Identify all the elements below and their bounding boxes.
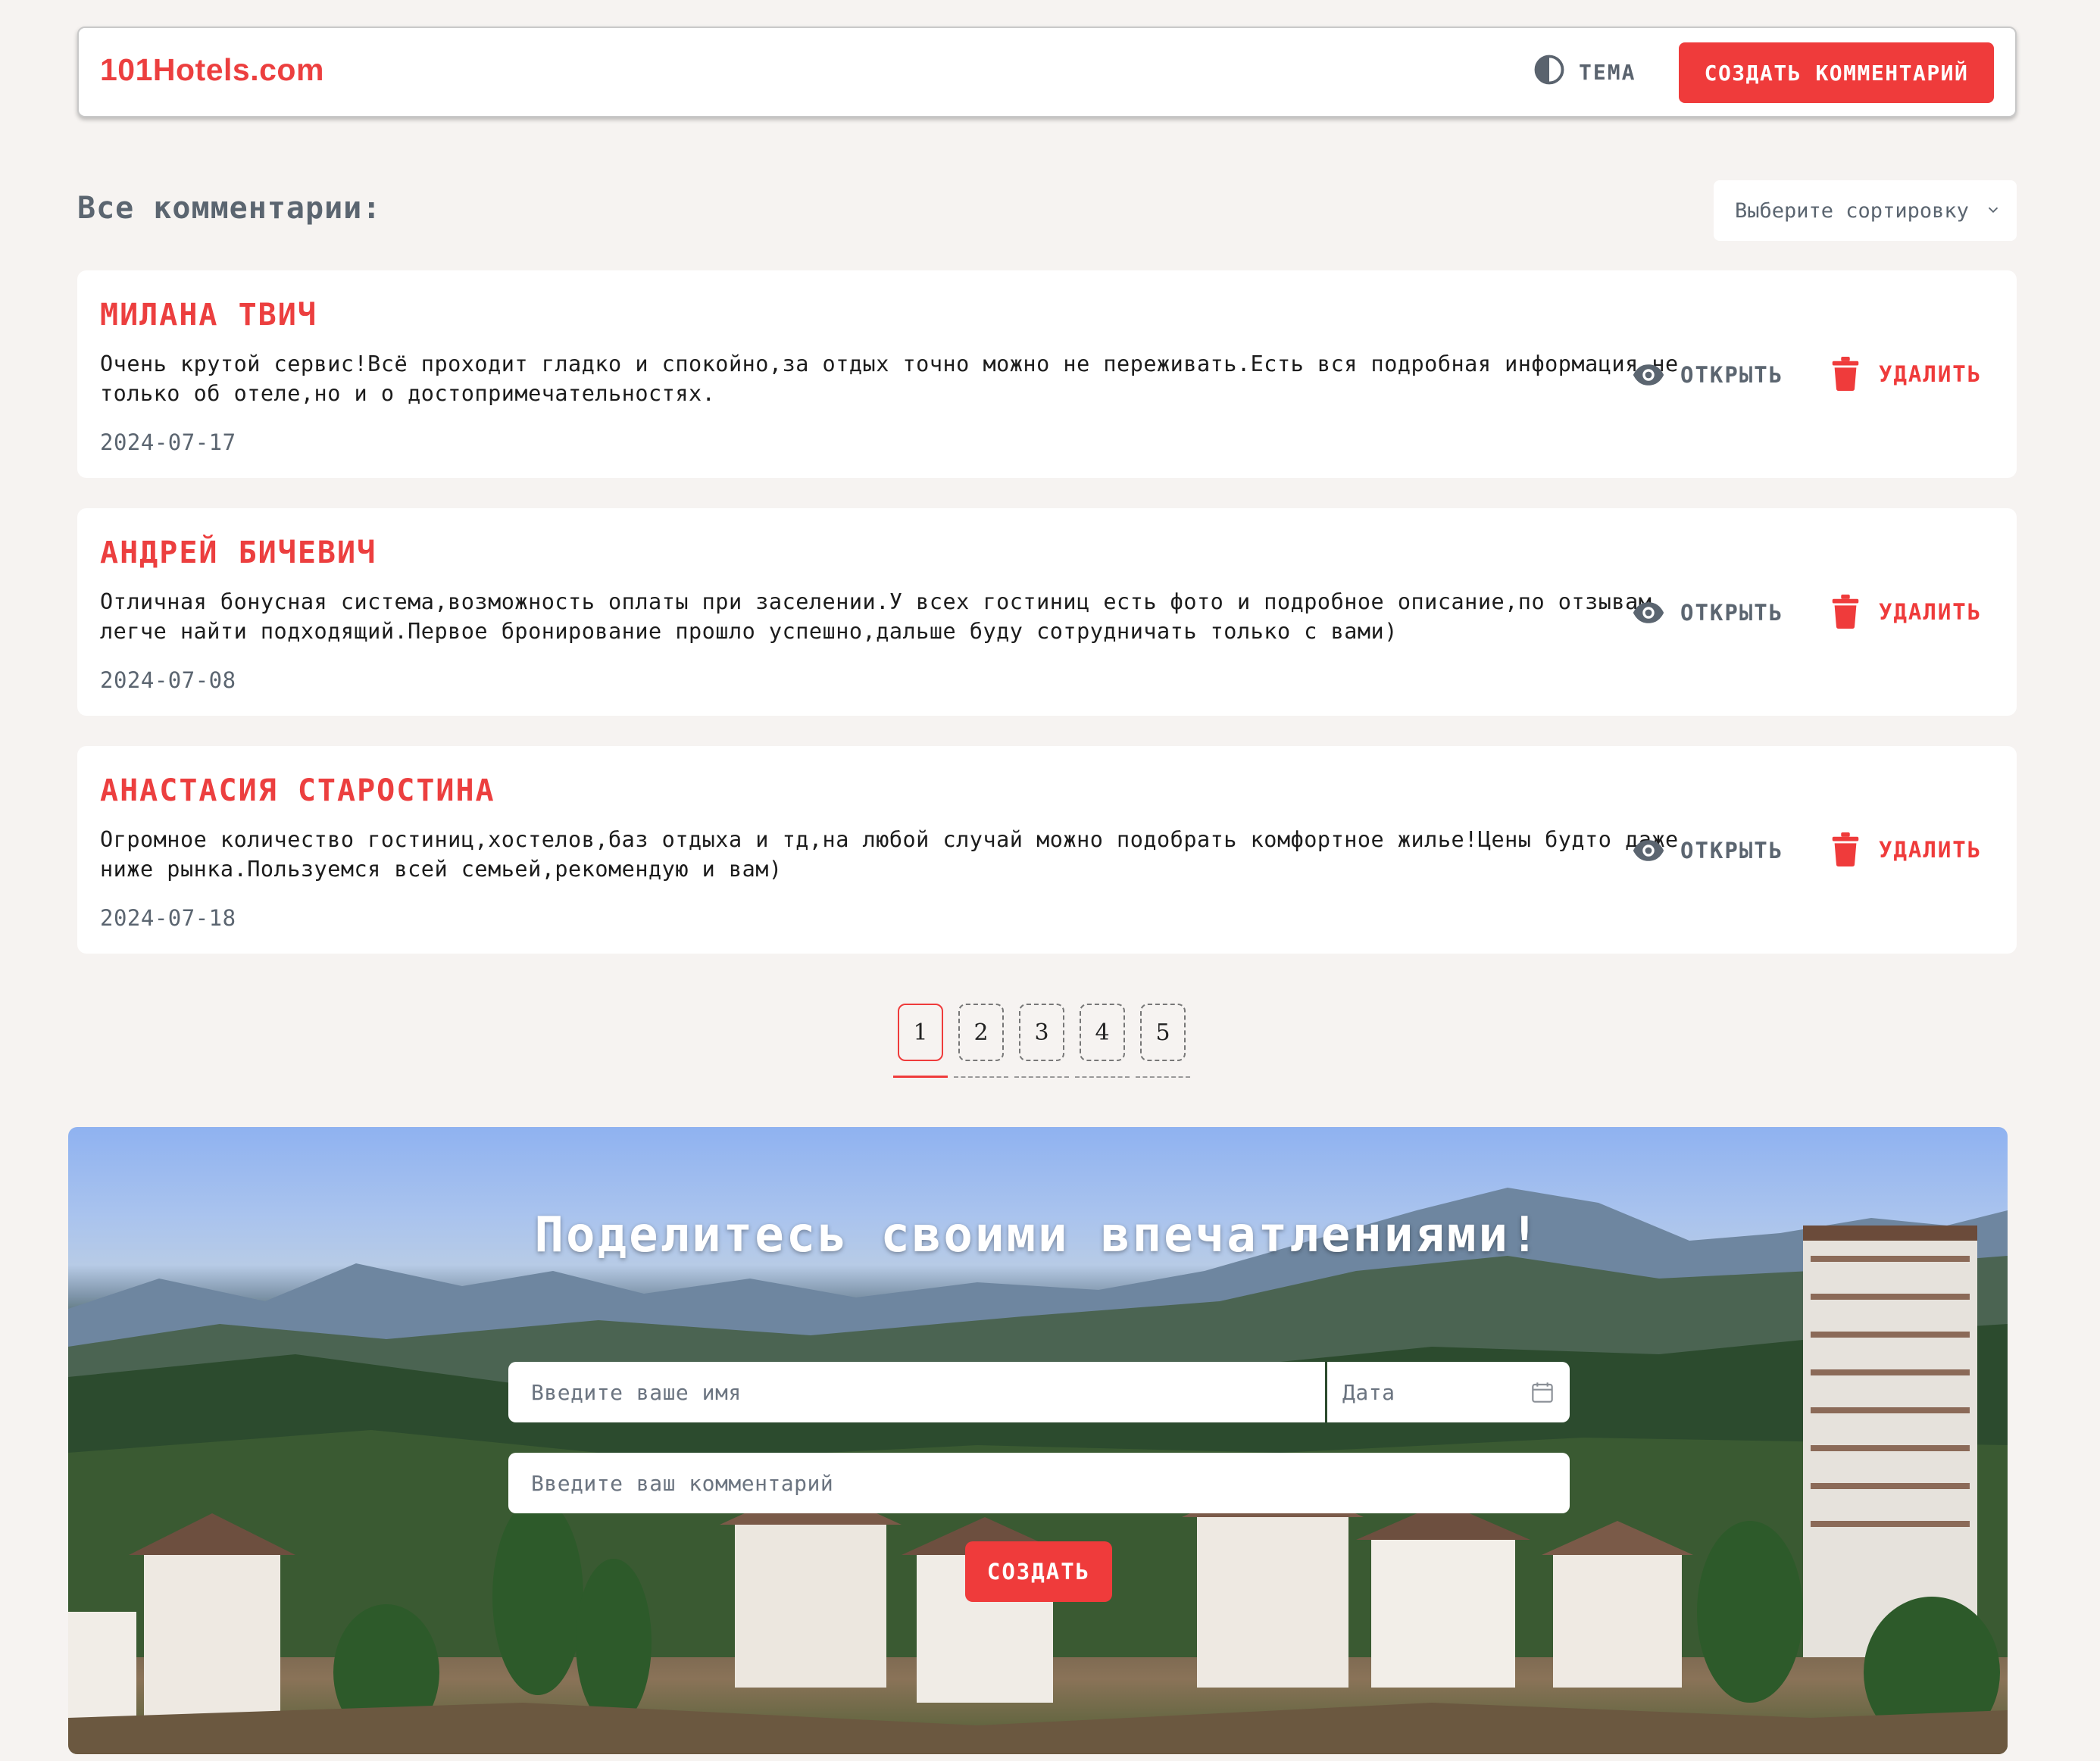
form-title: Поделитесь своими впечатлениями! <box>534 1207 1542 1263</box>
calendar-icon[interactable] <box>1530 1380 1555 1404</box>
comment-card: АНАСТАСИЯ СТАРОСТИНА Огромное количество… <box>77 746 2017 954</box>
comment-input-placeholder: Введите ваш комментарий <box>531 1470 834 1496</box>
sort-select-value: Выберите сортировку <box>1735 198 1969 223</box>
comment-date: 2024-07-17 <box>100 429 236 455</box>
comment-author: АНАСТАСИЯ СТАРОСТИНА <box>100 773 495 808</box>
theme-label: ТЕМА <box>1579 59 1636 85</box>
page-button-1[interactable]: 1 <box>893 1004 948 1078</box>
theme-toggle[interactable]: ТЕМА <box>1533 55 1636 89</box>
eye-icon <box>1633 602 1664 623</box>
site-logo[interactable]: 101Hotels.com <box>100 52 324 88</box>
delete-comment-button[interactable]: УДАЛИТЬ <box>1830 593 1982 631</box>
eye-icon <box>1633 364 1664 386</box>
delete-comment-button[interactable]: УДАЛИТЬ <box>1830 831 1982 869</box>
trash-icon <box>1832 595 1859 629</box>
comment-form-section: Поделитесь своими впечатлениями! Введите… <box>68 1127 2008 1754</box>
trash-icon <box>1832 832 1859 867</box>
delete-label: УДАЛИТЬ <box>1879 837 1983 863</box>
header-bar: 101Hotels.com ТЕМА СОЗДАТЬ КОММЕНТАРИЙ <box>77 27 2017 117</box>
page-button-2[interactable]: 2 <box>954 1004 1008 1078</box>
eye-icon <box>1633 840 1664 861</box>
pagination: 1 2 3 4 5 <box>893 1004 1190 1079</box>
name-input-placeholder: Введите ваше имя <box>531 1379 742 1405</box>
open-label: ОТКРЫТЬ <box>1680 362 1784 388</box>
delete-comment-button[interactable]: УДАЛИТЬ <box>1830 355 1982 393</box>
delete-label: УДАЛИТЬ <box>1879 599 1983 625</box>
comment-date: 2024-07-18 <box>100 905 236 931</box>
comment-author: АНДРЕЙ БИЧЕВИЧ <box>100 535 377 570</box>
page-button-4[interactable]: 4 <box>1075 1004 1130 1078</box>
open-comment-button[interactable]: ОТКРЫТЬ <box>1632 834 1783 867</box>
name-input[interactable]: Введите ваше имя <box>508 1362 1325 1422</box>
open-label: ОТКРЫТЬ <box>1680 838 1784 863</box>
open-comment-button[interactable]: ОТКРЫТЬ <box>1632 358 1783 392</box>
create-comment-button[interactable]: СОЗДАТЬ КОММЕНТАРИЙ <box>1679 42 1994 103</box>
delete-label: УДАЛИТЬ <box>1879 361 1983 387</box>
open-label: ОТКРЫТЬ <box>1680 600 1784 626</box>
comment-input[interactable]: Введите ваш комментарий <box>508 1453 1570 1513</box>
date-input[interactable]: Дата <box>1327 1362 1570 1422</box>
contrast-icon <box>1533 54 1565 91</box>
comment-text: Очень крутой сервис!Всё проходит гладко … <box>100 351 1679 406</box>
page-button-5[interactable]: 5 <box>1136 1004 1190 1078</box>
sort-select[interactable]: Выберите сортировку <box>1714 180 2017 241</box>
trash-icon <box>1832 357 1859 392</box>
submit-comment-button[interactable]: СОЗДАТЬ <box>965 1541 1112 1602</box>
page-button-3[interactable]: 3 <box>1014 1004 1069 1078</box>
comment-card: АНДРЕЙ БИЧЕВИЧ Отличная бонусная система… <box>77 508 2017 716</box>
date-input-placeholder: Дата <box>1342 1379 1395 1405</box>
comment-card: МИЛАНА ТВИЧ Очень крутой сервис!Всё прох… <box>77 270 2017 478</box>
comment-author: МИЛАНА ТВИЧ <box>100 298 317 333</box>
comment-date: 2024-07-08 <box>100 667 236 693</box>
chevron-down-icon <box>1988 207 1998 214</box>
comment-text: Огромное количество гостиниц,хостелов,ба… <box>100 827 1679 882</box>
comment-text: Отличная бонусная система,возможность оп… <box>100 589 1652 644</box>
comments-section-title: Все комментарии: <box>77 191 382 226</box>
open-comment-button[interactable]: ОТКРЫТЬ <box>1632 596 1783 629</box>
